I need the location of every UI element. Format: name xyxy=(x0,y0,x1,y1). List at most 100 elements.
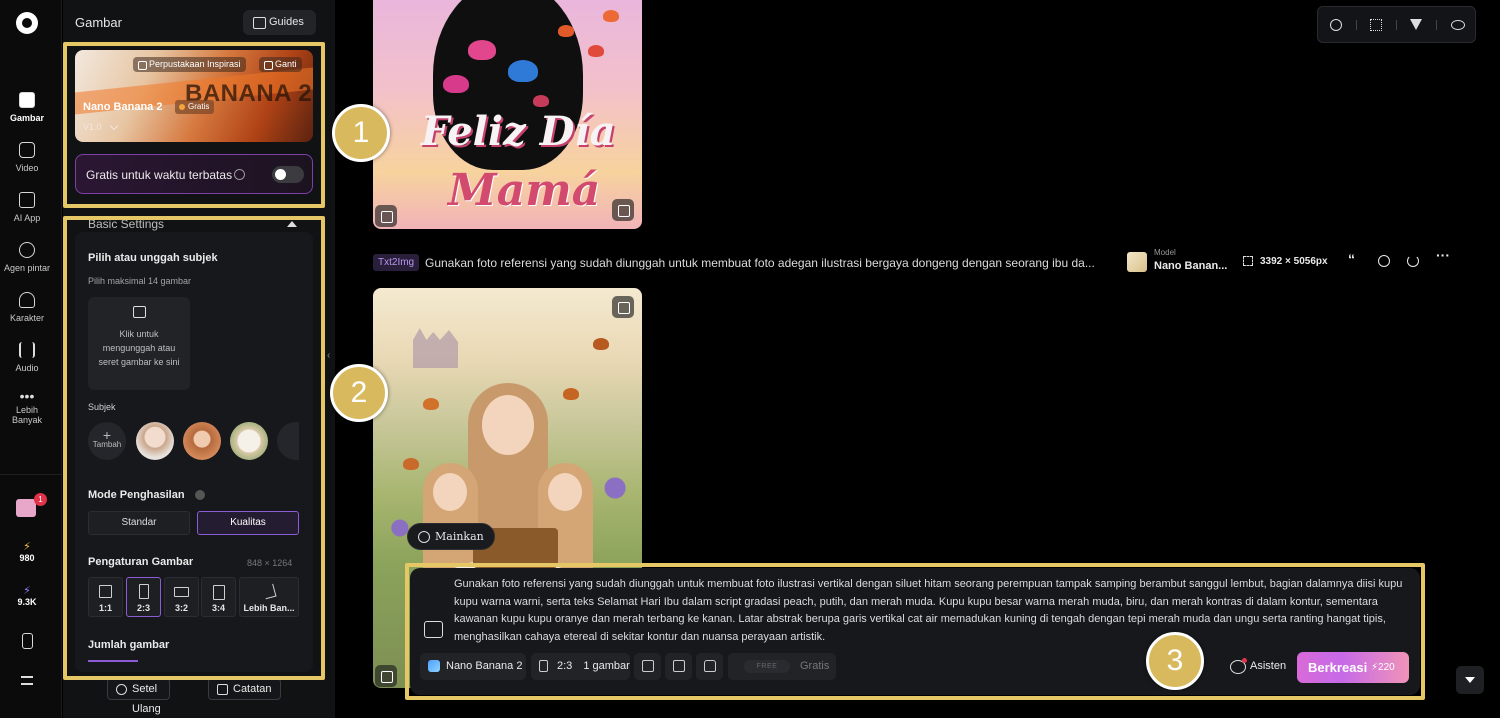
ratio-3-4[interactable]: 3:4 xyxy=(201,577,236,617)
subject-avatar[interactable] xyxy=(230,422,268,460)
model-label: Model xyxy=(1154,248,1176,257)
add-icon[interactable] xyxy=(612,296,634,318)
subject-avatar[interactable] xyxy=(136,422,174,460)
plus-icon: + xyxy=(102,427,112,443)
save-icon[interactable] xyxy=(375,205,397,227)
inspiration-library-button[interactable]: Perpustakaan Inspirasi xyxy=(133,57,246,72)
butterfly-art xyxy=(558,25,574,37)
butterfly-art xyxy=(443,75,469,93)
toolbar-divider xyxy=(1436,20,1437,30)
collapse-panel-icon[interactable]: ‹ xyxy=(327,350,335,370)
agent-icon xyxy=(19,242,35,258)
toolbar-divider xyxy=(1396,20,1397,30)
add-image-icon[interactable] xyxy=(424,621,443,638)
image-settings-heading: Pengaturan Gambar xyxy=(88,556,194,568)
upload-dropzone[interactable]: Klik untuk mengunggah atau seret gambar … xyxy=(88,297,190,390)
ratio-2-3[interactable]: 2:3 xyxy=(126,577,161,617)
nav-ai-app[interactable]: AI App xyxy=(0,192,54,223)
edit-icon[interactable] xyxy=(612,199,634,221)
gift-icon[interactable] xyxy=(16,499,36,517)
privacy-button[interactable] xyxy=(696,653,723,680)
collapse-caret-icon[interactable] xyxy=(287,221,297,227)
scroll-down-button[interactable] xyxy=(1456,666,1484,694)
save-icon[interactable] xyxy=(375,665,397,687)
mode-tag: Txt2Img xyxy=(373,254,420,271)
nav-audio[interactable]: Audio xyxy=(0,342,54,373)
butterfly-art xyxy=(603,10,619,22)
guides-button[interactable]: Guides xyxy=(243,10,316,35)
regenerate-icon[interactable] xyxy=(1407,255,1419,267)
points-stat[interactable]: ⚡ 9.3K xyxy=(0,584,54,607)
nav-more[interactable]: ••• Lebih Banyak xyxy=(0,388,54,425)
quote-icon[interactable]: “ xyxy=(1348,251,1360,267)
more-icon: ••• xyxy=(19,388,35,404)
image-title-line2: Mamá xyxy=(448,165,601,216)
ratio-shape-icon xyxy=(99,585,112,598)
free-toggle[interactable] xyxy=(272,166,304,183)
mode-standard-button[interactable]: Standar xyxy=(88,511,190,535)
generated-image-1[interactable]: Feliz Día Mamá xyxy=(373,0,642,229)
nav-karakter[interactable]: Karakter xyxy=(0,292,54,323)
model-value: Nano Banan... xyxy=(1154,260,1228,272)
style-button[interactable] xyxy=(634,653,661,680)
play-button[interactable]: Mainkan xyxy=(407,523,495,550)
translate-button[interactable] xyxy=(665,653,692,680)
info-icon[interactable] xyxy=(234,169,245,180)
notes-button[interactable]: Catatan xyxy=(208,678,281,700)
mode-quality-button[interactable]: Kualitas xyxy=(197,511,299,535)
version-select[interactable]: V1.0 xyxy=(83,122,102,132)
rail-divider xyxy=(0,474,62,475)
credits-stat[interactable]: ⚡ 980 xyxy=(0,540,54,563)
ratio-3-2[interactable]: 3:2 xyxy=(164,577,199,617)
info-icon[interactable] xyxy=(195,490,205,500)
device-button[interactable] xyxy=(0,633,54,654)
prompt-summary[interactable]: Gunakan foto referensi yang sudah diungg… xyxy=(425,256,1095,270)
ratio-more[interactable]: Lebih Ban... xyxy=(239,577,299,617)
edit-icon xyxy=(262,583,277,600)
subject-label: Subjek xyxy=(88,402,116,412)
toolbar-divider xyxy=(1356,20,1357,30)
subject-avatar[interactable] xyxy=(183,422,221,460)
basic-settings-header[interactable]: Basic Settings xyxy=(88,217,164,231)
audio-icon xyxy=(19,342,35,358)
model-card[interactable]: BANANA 2 Perpustakaan Inspirasi Ganti Na… xyxy=(75,50,313,142)
ai-app-icon xyxy=(19,192,35,208)
switch-model-button[interactable]: Ganti xyxy=(259,57,302,72)
points-icon: ⚡ xyxy=(23,585,31,597)
create-button[interactable]: Berkreasi ⚡220 xyxy=(1297,652,1409,683)
ratio-1-1[interactable]: 1:1 xyxy=(88,577,123,617)
model-name: Nano Banana 2 xyxy=(83,101,163,113)
model-thumbnail xyxy=(1127,252,1147,272)
reset-button[interactable]: Setel Ulang xyxy=(107,678,170,715)
subject-avatar-partial[interactable] xyxy=(277,422,299,460)
resolution-icon xyxy=(1243,256,1253,266)
info-icon[interactable] xyxy=(1378,255,1390,267)
basic-settings-section: Pilih atau unggah subjek Pilih maksimal … xyxy=(75,232,313,672)
phone-icon xyxy=(21,633,33,649)
filter-icon[interactable] xyxy=(1410,19,1422,30)
app-logo[interactable] xyxy=(16,12,38,34)
butterfly-art xyxy=(403,458,419,470)
free-mode-toggle[interactable]: FREE Gratis xyxy=(728,653,836,680)
eye-icon[interactable] xyxy=(1451,20,1465,30)
free-tag: FREE xyxy=(744,660,790,673)
lock-icon xyxy=(704,660,716,672)
generation-meta-row: Txt2Img Gunakan foto referensi yang suda… xyxy=(373,247,1463,273)
count-option-selected[interactable] xyxy=(88,660,138,670)
prompt-textarea[interactable]: Gunakan foto referensi yang sudah diungg… xyxy=(454,576,1410,646)
nav-video[interactable]: Video xyxy=(0,142,54,173)
menu-button[interactable] xyxy=(0,676,54,685)
grid-icon[interactable] xyxy=(1370,19,1382,31)
ratio-count-select[interactable]: 2:3 1 gambar xyxy=(531,653,630,680)
lightning-icon: ⚡ xyxy=(23,541,31,553)
more-options-icon[interactable]: ··· xyxy=(1436,247,1450,263)
create-cost: ⚡220 xyxy=(1371,662,1395,673)
model-select[interactable]: Nano Banana 2 xyxy=(420,653,526,680)
nav-agen-pintar[interactable]: Agen pintar xyxy=(0,242,54,273)
add-subject-button[interactable]: + Tambah xyxy=(88,422,126,460)
assistant-button[interactable]: Asisten xyxy=(1230,658,1286,674)
nav-gambar[interactable]: Gambar xyxy=(0,92,54,123)
search-icon[interactable] xyxy=(1330,19,1342,31)
annotation-number: 1 xyxy=(332,104,390,162)
settings-panel: Gambar Guides BANANA 2 Perpustakaan Insp… xyxy=(63,0,335,718)
